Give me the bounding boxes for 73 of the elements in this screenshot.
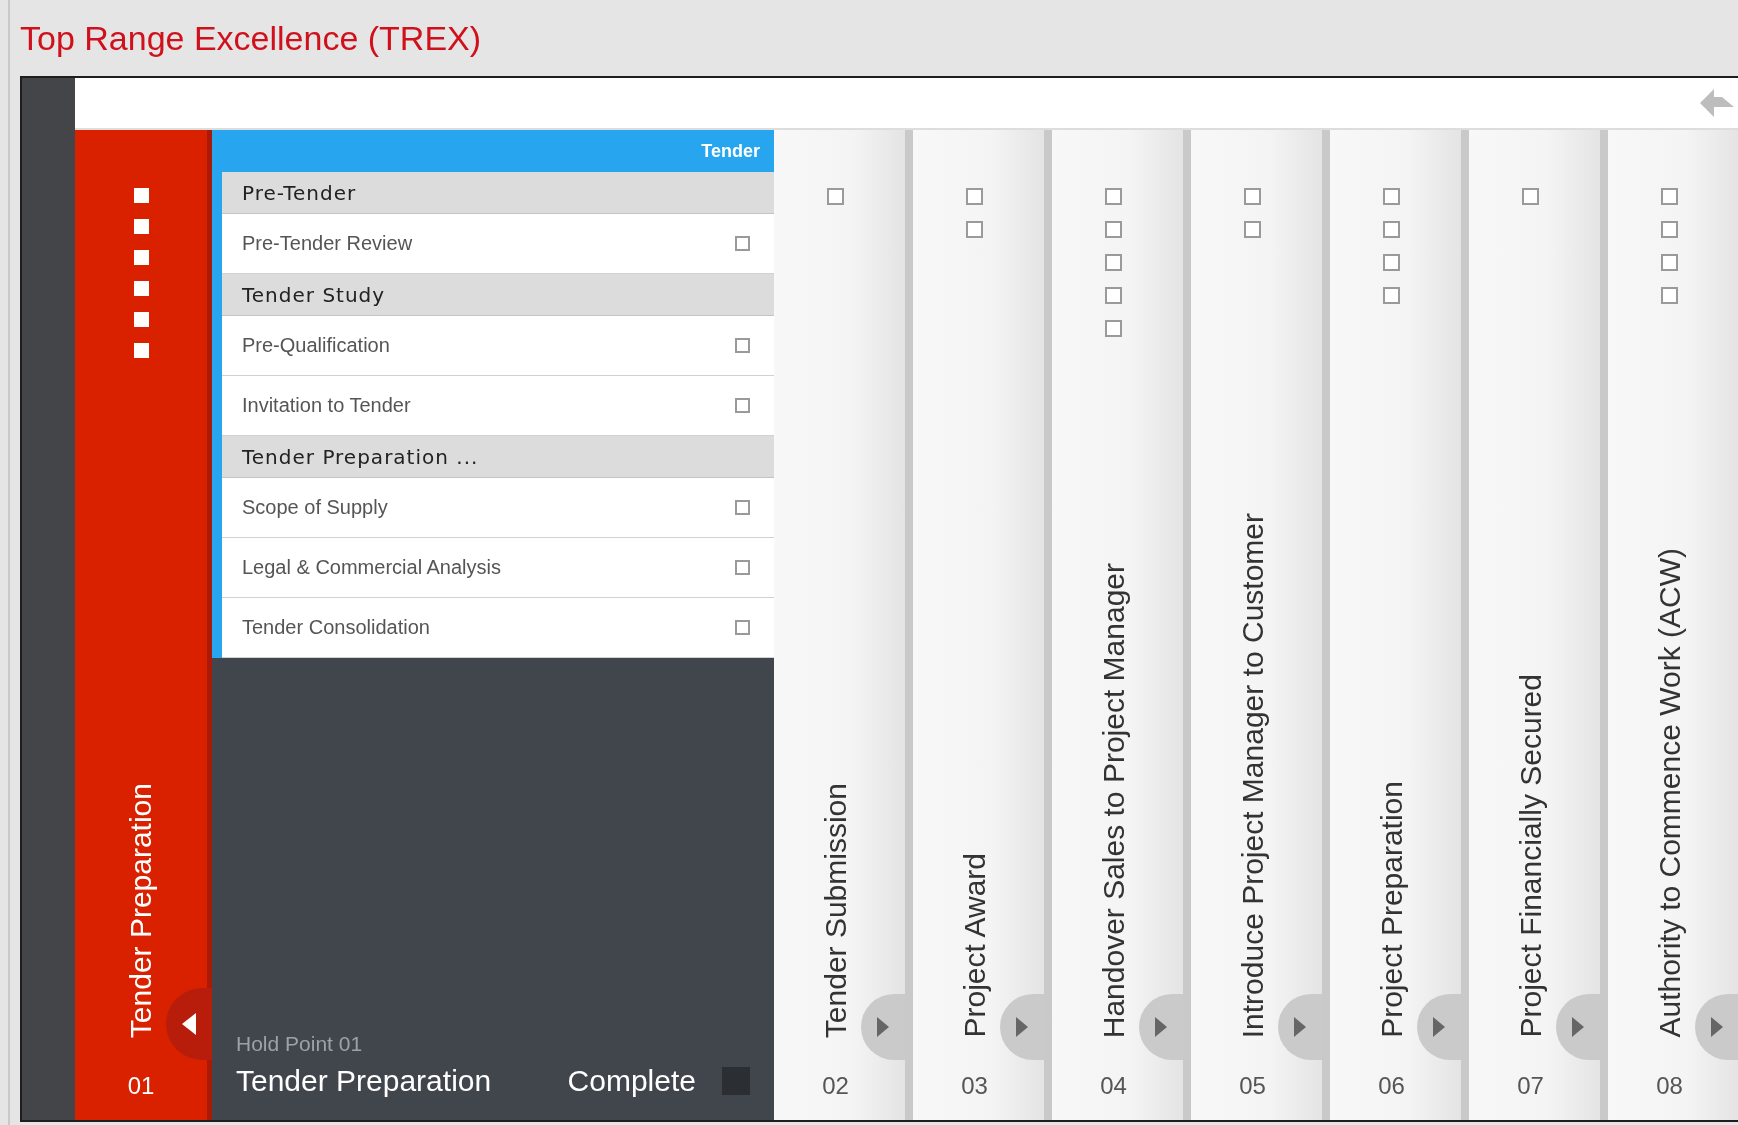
- right-triangle-icon: [1155, 1017, 1167, 1037]
- stage-title: Tender Preparation: [124, 782, 158, 1038]
- task-checkbox[interactable]: [735, 236, 750, 251]
- task-row[interactable]: Pre-Tender Review: [222, 214, 774, 274]
- stage-number: 07: [1517, 1072, 1544, 1100]
- stage-number: 05: [1239, 1072, 1266, 1100]
- task-checkbox[interactable]: [1522, 188, 1539, 205]
- hold-point-label: Hold Point 01: [236, 1032, 363, 1056]
- stage-title: Handover Sales to Project Manager: [1096, 562, 1131, 1038]
- expand-tab[interactable]: [1695, 994, 1738, 1060]
- task-checkbox[interactable]: [735, 500, 750, 515]
- task-checkbox[interactable]: [1105, 287, 1122, 304]
- task-checkbox[interactable]: [735, 620, 750, 635]
- status-label: Complete: [567, 1064, 696, 1098]
- stage-number: 01: [127, 1072, 155, 1100]
- group-header: Tender Study: [222, 274, 774, 316]
- task-checkbox[interactable]: [1383, 188, 1400, 205]
- task-label: Pre-Qualification: [242, 334, 390, 357]
- task-checkbox[interactable]: [966, 221, 983, 238]
- task-label: Legal & Commercial Analysis: [242, 556, 501, 579]
- task-row[interactable]: Scope of Supply: [222, 478, 774, 538]
- right-triangle-icon: [1294, 1017, 1306, 1037]
- task-checkbox[interactable]: [1661, 254, 1678, 271]
- hold-point-title: Tender Preparation: [236, 1064, 493, 1098]
- stage-title: Project Preparation: [1374, 781, 1409, 1038]
- task-row[interactable]: Invitation to Tender: [222, 376, 774, 436]
- task-checkbox[interactable]: [1244, 221, 1261, 238]
- right-triangle-icon: [877, 1017, 889, 1037]
- task-row[interactable]: Pre-Qualification: [222, 316, 774, 376]
- task-checkbox[interactable]: [1105, 320, 1122, 337]
- app-title: Top Range Excellence (TREX): [20, 18, 482, 58]
- stage-title: Project Financially Secured: [1513, 674, 1548, 1038]
- stage-number: 02: [822, 1072, 849, 1100]
- task-checkbox[interactable]: [1661, 188, 1678, 205]
- group-header: Tender Preparation ...: [222, 436, 774, 478]
- stage-title: Authority to Commence Work (ACW): [1652, 548, 1687, 1038]
- task-checkbox[interactable]: [827, 188, 844, 205]
- stage-number: 03: [961, 1072, 988, 1100]
- stage-title: Tender Submission: [818, 782, 853, 1038]
- task-row[interactable]: Tender Consolidation: [222, 598, 774, 658]
- task-label: Pre-Tender Review: [242, 232, 413, 255]
- stage-number: 06: [1378, 1072, 1405, 1100]
- left-triangle-icon: [182, 1013, 196, 1035]
- stage-number: 08: [1656, 1072, 1683, 1100]
- collapse-tab[interactable]: [166, 988, 212, 1060]
- right-triangle-icon: [1711, 1017, 1723, 1037]
- right-triangle-icon: [1572, 1017, 1584, 1037]
- task-label: Tender Consolidation: [242, 616, 430, 639]
- task-checkbox[interactable]: [1105, 254, 1122, 271]
- stage-number: 04: [1100, 1072, 1127, 1100]
- task-label: Scope of Supply: [242, 496, 388, 519]
- task-checkbox[interactable]: [1383, 287, 1400, 304]
- stage-title: Introduce Project Manager to Customer: [1235, 512, 1270, 1038]
- task-checkbox[interactable]: [735, 338, 750, 353]
- task-checkbox[interactable]: [966, 188, 983, 205]
- task-checkbox[interactable]: [1661, 287, 1678, 304]
- task-checkbox[interactable]: [1383, 254, 1400, 271]
- task-row[interactable]: Legal & Commercial Analysis: [222, 538, 774, 598]
- task-checkbox[interactable]: [1105, 188, 1122, 205]
- task-checkbox[interactable]: [735, 560, 750, 575]
- task-checkbox[interactable]: [1661, 221, 1678, 238]
- right-triangle-icon: [1433, 1017, 1445, 1037]
- panel-header: Tender: [212, 130, 774, 172]
- complete-checkbox[interactable]: [722, 1067, 750, 1095]
- task-checkbox[interactable]: [1244, 188, 1261, 205]
- right-triangle-icon: [1016, 1017, 1028, 1037]
- task-checkbox[interactable]: [735, 398, 750, 413]
- back-arrow-icon[interactable]: [1700, 89, 1734, 117]
- task-checkbox[interactable]: [1105, 221, 1122, 238]
- stage-title: Project Award: [957, 853, 992, 1038]
- task-checkbox[interactable]: [1383, 221, 1400, 238]
- group-header: Pre-Tender: [222, 172, 774, 214]
- task-label: Invitation to Tender: [242, 394, 411, 417]
